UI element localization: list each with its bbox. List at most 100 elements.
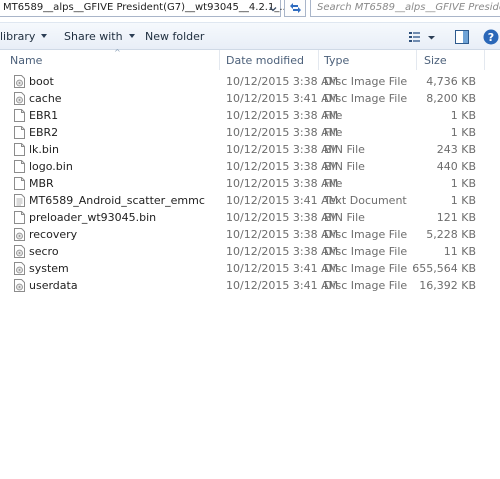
- file-icon: [14, 126, 25, 139]
- file-size: 243 KB: [436, 143, 476, 156]
- file-row[interactable]: EBR2 10/12/2015 3:38 AM File 1 KB: [0, 124, 500, 141]
- refresh-icon: [290, 3, 301, 13]
- file-type: BIN File: [324, 160, 365, 173]
- file-name: MBR: [29, 177, 54, 190]
- column-divider[interactable]: [318, 50, 319, 70]
- help-icon[interactable]: ?: [482, 28, 500, 46]
- change-view-icon[interactable]: [408, 29, 440, 45]
- file-icon: [14, 160, 25, 173]
- file-row[interactable]: userdata 10/12/2015 3:41 AM Disc Image Fil…: [0, 277, 500, 294]
- column-header-type[interactable]: Type: [324, 54, 349, 67]
- refresh-button[interactable]: [284, 0, 306, 17]
- file-icon: [14, 211, 25, 224]
- file-type: Disc Image File: [324, 228, 408, 241]
- file-row[interactable]: preloader_wt93045.bin 10/12/2015 3:38 AM B…: [0, 209, 500, 226]
- file-icon: [14, 177, 25, 190]
- column-header-row: ^ Name Date modified Type Size: [0, 48, 500, 70]
- file-type: Disc Image File: [324, 245, 408, 258]
- file-row[interactable]: logo.bin 10/12/2015 3:38 AM BIN File 440 KB: [0, 158, 500, 175]
- file-date-modified: 10/12/2015 3:41 AM: [226, 279, 339, 292]
- text-document-icon: [14, 194, 25, 207]
- file-date-modified: 10/12/2015 3:38 AM: [226, 228, 339, 241]
- file-icon: [14, 143, 25, 156]
- file-size: 440 KB: [436, 160, 476, 173]
- file-size: 8,200 KB: [426, 92, 476, 105]
- file-row[interactable]: system 10/12/2015 3:41 AM Disc Image File 6…: [0, 260, 500, 277]
- file-name: logo.bin: [29, 160, 73, 173]
- file-name: secro: [29, 245, 59, 258]
- sort-caret-icon: ^: [114, 48, 121, 57]
- column-header-name[interactable]: Name: [10, 54, 42, 67]
- new-folder-button[interactable]: New folder: [145, 30, 204, 43]
- library-button[interactable]: library: [0, 30, 48, 43]
- library-label: library: [0, 30, 36, 43]
- file-row[interactable]: cache 10/12/2015 3:41 AM Disc Image File 8,…: [0, 90, 500, 107]
- file-type: File: [324, 109, 343, 122]
- file-date-modified: 10/12/2015 3:41 AM: [226, 194, 339, 207]
- column-header-size[interactable]: Size: [424, 54, 447, 67]
- file-name: lk.bin: [29, 143, 59, 156]
- file-row[interactable]: boot 10/12/2015 3:38 AM Disc Image File 4,7…: [0, 73, 500, 90]
- file-date-modified: 10/12/2015 3:38 AM: [226, 126, 339, 139]
- file-name: MT6589_Android_scatter_emmc: [29, 194, 205, 207]
- file-date-modified: 10/12/2015 3:38 AM: [226, 75, 339, 88]
- address-bar[interactable]: MT6589__alps__GFIVE President(G7)__wt930…: [0, 0, 289, 17]
- search-input[interactable]: Search MT6589__alps__GFIVE Presiden...: [310, 0, 500, 17]
- file-date-modified: 10/12/2015 3:38 AM: [226, 245, 339, 258]
- disc-image-icon: [14, 228, 25, 241]
- disc-image-icon: [14, 279, 25, 292]
- column-divider[interactable]: [484, 50, 485, 70]
- file-type: Disc Image File: [324, 92, 408, 105]
- file-size: 16,392 KB: [419, 279, 476, 292]
- disc-image-icon: [14, 75, 25, 88]
- file-date-modified: 10/12/2015 3:41 AM: [226, 262, 339, 275]
- chevron-down-icon: [128, 34, 135, 38]
- file-type: Text Document: [324, 194, 407, 207]
- file-size: 4,736 KB: [426, 75, 476, 88]
- file-size: 11 KB: [443, 245, 476, 258]
- file-date-modified: 10/12/2015 3:38 AM: [226, 109, 339, 122]
- file-size: 655,564 KB: [412, 262, 476, 275]
- file-date-modified: 10/12/2015 3:38 AM: [226, 177, 339, 190]
- file-row[interactable]: EBR1 10/12/2015 3:38 AM File 1 KB: [0, 107, 500, 124]
- address-path: MT6589__alps__GFIVE President(G7)__wt930…: [3, 2, 289, 13]
- file-date-modified: 10/12/2015 3:38 AM: [226, 160, 339, 173]
- command-bar: library Share with New folder ?: [0, 22, 500, 50]
- file-size: 121 KB: [436, 211, 476, 224]
- disc-image-icon: [14, 92, 25, 105]
- file-name: EBR2: [29, 126, 59, 139]
- file-row[interactable]: lk.bin 10/12/2015 3:38 AM BIN File 243 KB: [0, 141, 500, 158]
- file-row[interactable]: MT6589_Android_scatter_emmc 10/12/2015 3:…: [0, 192, 500, 209]
- file-size: 1 KB: [450, 177, 476, 190]
- file-type: BIN File: [324, 143, 365, 156]
- file-date-modified: 10/12/2015 3:41 AM: [226, 92, 339, 105]
- search-placeholder: Search MT6589__alps__GFIVE Presiden...: [317, 2, 500, 13]
- file-type: Disc Image File: [324, 262, 408, 275]
- column-divider[interactable]: [416, 50, 417, 70]
- file-name: EBR1: [29, 109, 59, 122]
- preview-pane-icon[interactable]: [454, 29, 470, 45]
- file-size: 5,228 KB: [426, 228, 476, 241]
- svg-text:?: ?: [488, 31, 494, 44]
- file-name: boot: [29, 75, 54, 88]
- column-header-date[interactable]: Date modified: [226, 54, 304, 67]
- share-with-button[interactable]: Share with: [64, 30, 135, 43]
- file-type: Disc Image File: [324, 279, 408, 292]
- share-with-label: Share with: [64, 30, 123, 43]
- file-name: system: [29, 262, 69, 275]
- file-row[interactable]: MBR 10/12/2015 3:38 AM File 1 KB: [0, 175, 500, 192]
- file-type: File: [324, 126, 343, 139]
- file-row[interactable]: recovery 10/12/2015 3:38 AM Disc Image Fil…: [0, 226, 500, 243]
- disc-image-icon: [14, 262, 25, 275]
- column-divider[interactable]: [219, 50, 220, 70]
- file-date-modified: 10/12/2015 3:38 AM: [226, 211, 339, 224]
- file-icon: [14, 109, 25, 122]
- file-name: cache: [29, 92, 62, 105]
- file-row[interactable]: secro 10/12/2015 3:38 AM Disc Image File 11…: [0, 243, 500, 260]
- file-size: 1 KB: [450, 109, 476, 122]
- file-type: Disc Image File: [324, 75, 408, 88]
- file-size: 1 KB: [450, 126, 476, 139]
- chevron-down-icon: [41, 34, 48, 38]
- file-type: File: [324, 177, 343, 190]
- chevron-down-icon[interactable]: [267, 3, 279, 15]
